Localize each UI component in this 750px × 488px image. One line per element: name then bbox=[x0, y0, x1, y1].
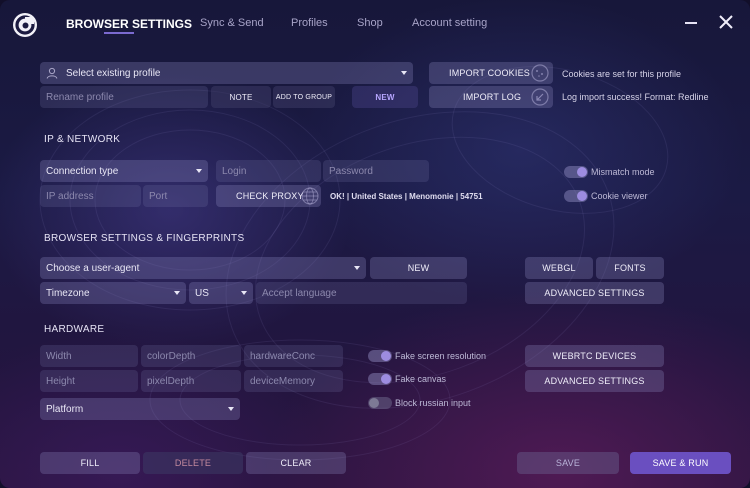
proxy-status-text: OK! | United States | Menomonie | 54751 bbox=[330, 192, 483, 201]
app-logo-icon[interactable] bbox=[12, 12, 38, 38]
hardware-advanced-settings-button[interactable]: ADVANCED SETTINGS bbox=[525, 370, 664, 392]
port-input[interactable] bbox=[143, 185, 208, 207]
import-cookies-label: IMPORT COOKIES bbox=[449, 68, 530, 78]
device-memory-input[interactable] bbox=[244, 370, 343, 392]
chevron-down-icon bbox=[228, 407, 234, 411]
cookie-viewer-label: Cookie viewer bbox=[591, 191, 648, 201]
connection-type-value: Connection type bbox=[46, 165, 119, 177]
minimize-icon[interactable] bbox=[685, 22, 697, 24]
save-button[interactable]: SAVE bbox=[517, 452, 619, 474]
platform-select[interactable]: Platform bbox=[40, 398, 240, 420]
height-input[interactable] bbox=[40, 370, 138, 392]
profile-select[interactable]: Select existing profile bbox=[40, 62, 413, 84]
fill-button[interactable]: FILL bbox=[40, 452, 140, 474]
password-input[interactable] bbox=[323, 160, 429, 182]
new-user-agent-button[interactable]: NEW bbox=[370, 257, 467, 279]
webrtc-devices-button[interactable]: WEBRTC DEVICES bbox=[525, 345, 664, 367]
timezone-select[interactable]: Timezone bbox=[40, 282, 186, 304]
fake-screen-resolution-toggle[interactable] bbox=[368, 350, 392, 362]
fingerprints-section-title: BROWSER SETTINGS & FINGERPRINTS bbox=[44, 233, 245, 244]
platform-value: Platform bbox=[46, 403, 84, 415]
app-window: BROWSER SETTINGS Sync & Send Profiles Sh… bbox=[0, 0, 750, 488]
country-value: US bbox=[195, 287, 209, 299]
log-status-text: Log import success! Format: Redline bbox=[562, 92, 709, 102]
delete-button[interactable]: DELETE bbox=[143, 452, 243, 474]
log-icon bbox=[531, 88, 549, 108]
chevron-down-icon bbox=[401, 71, 407, 75]
mismatch-mode-toggle[interactable] bbox=[564, 166, 588, 178]
ip-address-input[interactable] bbox=[40, 185, 141, 207]
accept-language-input[interactable] bbox=[256, 282, 467, 304]
user-agent-select[interactable]: Choose a user-agent bbox=[40, 257, 366, 279]
globe-icon bbox=[301, 187, 319, 207]
webgl-button[interactable]: WEBGL bbox=[525, 257, 593, 279]
user-icon bbox=[46, 67, 58, 79]
chevron-down-icon bbox=[241, 291, 247, 295]
block-russian-input-toggle[interactable] bbox=[368, 397, 392, 409]
chevron-down-icon bbox=[174, 291, 180, 295]
hardware-concurrency-input[interactable] bbox=[244, 345, 343, 367]
cookie-icon bbox=[531, 64, 549, 84]
fingerprint-advanced-settings-button[interactable]: ADVANCED SETTINGS bbox=[525, 282, 664, 304]
fonts-button[interactable]: FONTS bbox=[596, 257, 664, 279]
country-select[interactable]: US bbox=[189, 282, 253, 304]
nav-account-setting[interactable]: Account setting bbox=[412, 17, 487, 29]
login-input[interactable] bbox=[216, 160, 321, 182]
fake-canvas-toggle[interactable] bbox=[368, 373, 392, 385]
check-proxy-button[interactable]: CHECK PROXY bbox=[216, 185, 321, 207]
save-and-run-button[interactable]: SAVE & RUN bbox=[630, 452, 731, 474]
cookie-viewer-toggle[interactable] bbox=[564, 190, 588, 202]
cookies-status-text: Cookies are set for this profile bbox=[562, 69, 682, 79]
nav-active-underline bbox=[104, 32, 134, 34]
color-depth-input[interactable] bbox=[141, 345, 241, 367]
block-russian-input-label: Block russian input bbox=[395, 398, 471, 408]
import-log-button[interactable]: IMPORT LOG bbox=[429, 86, 553, 108]
check-proxy-label: CHECK PROXY bbox=[236, 191, 304, 201]
nav-profiles[interactable]: Profiles bbox=[291, 17, 328, 29]
add-to-group-button[interactable]: ADD TO GROUP bbox=[273, 86, 335, 108]
connection-type-select[interactable]: Connection type bbox=[40, 160, 208, 182]
timezone-value: Timezone bbox=[46, 287, 90, 299]
profile-select-value: Select existing profile bbox=[66, 67, 161, 79]
fake-canvas-label: Fake canvas bbox=[395, 374, 447, 384]
pixel-depth-input[interactable] bbox=[141, 370, 241, 392]
width-input[interactable] bbox=[40, 345, 138, 367]
close-icon[interactable] bbox=[718, 14, 734, 30]
import-cookies-button[interactable]: IMPORT COOKIES bbox=[429, 62, 553, 84]
new-profile-button[interactable]: NEW bbox=[352, 86, 418, 108]
chevron-down-icon bbox=[196, 169, 202, 173]
note-button[interactable]: NOTE bbox=[211, 86, 271, 108]
clear-button[interactable]: CLEAR bbox=[246, 452, 346, 474]
chevron-down-icon bbox=[354, 266, 360, 270]
network-section-title: IP & NETWORK bbox=[44, 134, 121, 145]
nav-sync-send[interactable]: Sync & Send bbox=[200, 17, 264, 29]
nav-browser-settings[interactable]: BROWSER SETTINGS bbox=[66, 17, 192, 31]
rename-profile-input[interactable] bbox=[40, 86, 208, 108]
fake-screen-resolution-label: Fake screen resolution bbox=[395, 351, 487, 361]
mismatch-mode-label: Mismatch mode bbox=[591, 167, 655, 177]
user-agent-value: Choose a user-agent bbox=[46, 262, 140, 274]
hardware-section-title: HARDWARE bbox=[44, 324, 105, 335]
nav-shop[interactable]: Shop bbox=[357, 17, 383, 29]
import-log-label: IMPORT LOG bbox=[463, 92, 522, 102]
